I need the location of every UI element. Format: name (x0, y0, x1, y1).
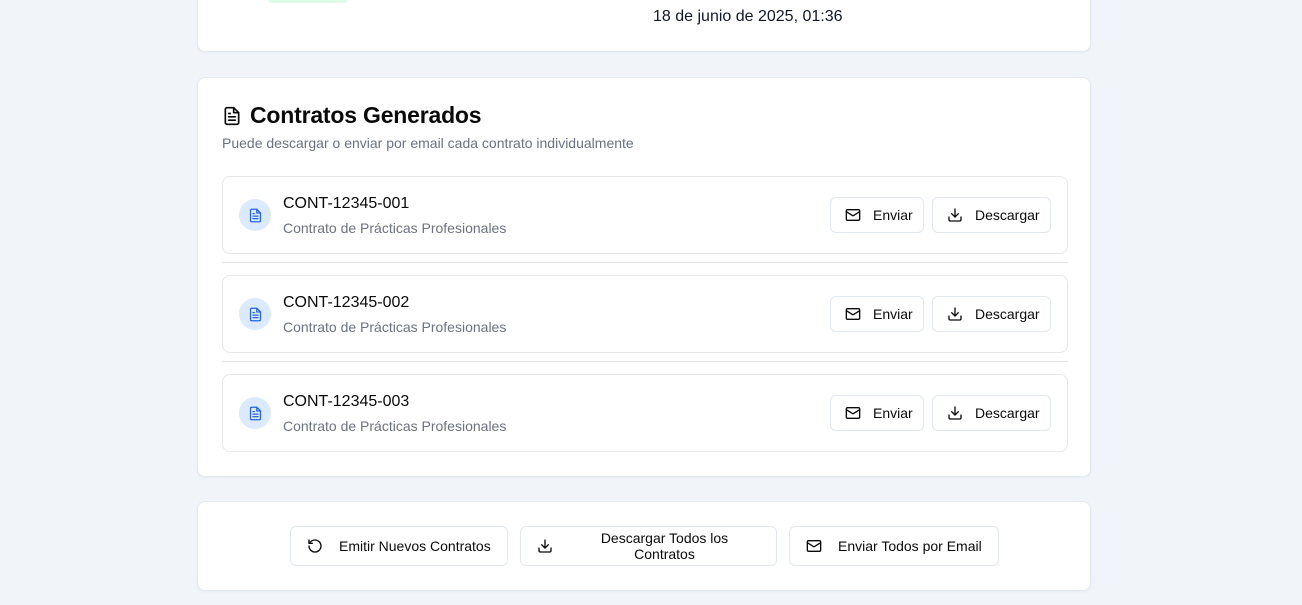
divider (222, 361, 1068, 362)
contracts-subtitle: Puede descargar o enviar por email cada … (222, 135, 634, 151)
mail-icon (806, 540, 822, 552)
actions-card: Emitir Nuevos Contratos Descargar Todos … (197, 501, 1091, 591)
download-button[interactable]: Descargar (932, 296, 1051, 332)
send-button-label: Enviar (873, 405, 913, 421)
contract-row: CONT-12345-001 Contrato de Prácticas Pro… (222, 176, 1068, 254)
download-icon (948, 208, 962, 222)
send-button[interactable]: Enviar (830, 197, 924, 233)
contract-code: CONT-12345-002 (283, 294, 410, 311)
reissue-contracts-label: Emitir Nuevos Contratos (339, 538, 491, 554)
download-button[interactable]: Descargar (932, 395, 1051, 431)
download-all-label: Descargar Todos los Contratos (600, 530, 729, 562)
mail-icon (845, 308, 861, 320)
download-icon (948, 406, 962, 420)
page-title: Contratos Generados (250, 102, 482, 128)
rotate-ccw-icon (308, 539, 322, 553)
summary-card: 18 de junio de 2025, 01:36 (197, 0, 1091, 52)
contract-type: Contrato de Prácticas Profesionales (283, 418, 507, 434)
contract-row: CONT-12345-003 Contrato de Prácticas Pro… (222, 374, 1068, 452)
download-icon (538, 539, 552, 553)
download-button[interactable]: Descargar (932, 197, 1051, 233)
send-button-label: Enviar (873, 306, 913, 322)
contract-row: CONT-12345-002 Contrato de Prácticas Pro… (222, 275, 1068, 353)
document-icon (239, 298, 271, 330)
send-button-label: Enviar (873, 207, 913, 223)
download-button-label: Descargar (975, 207, 1040, 223)
download-button-label: Descargar (975, 306, 1040, 322)
download-icon (948, 307, 962, 321)
document-icon (239, 199, 271, 231)
mail-icon (845, 407, 861, 419)
download-button-label: Descargar (975, 405, 1040, 421)
download-all-button[interactable]: Descargar Todos los Contratos (520, 526, 777, 566)
contract-type: Contrato de Prácticas Profesionales (283, 220, 507, 236)
reissue-contracts-button[interactable]: Emitir Nuevos Contratos (290, 526, 508, 566)
send-button[interactable]: Enviar (830, 395, 924, 431)
document-icon (239, 397, 271, 429)
mail-icon (845, 209, 861, 221)
contract-code: CONT-12345-003 (283, 393, 410, 410)
contracts-heading: Contratos Generados (222, 102, 482, 129)
divider (222, 262, 1068, 263)
file-text-icon (224, 106, 240, 125)
email-all-button[interactable]: Enviar Todos por Email (789, 526, 999, 566)
send-button[interactable]: Enviar (830, 296, 924, 332)
contract-type: Contrato de Prácticas Profesionales (283, 319, 507, 335)
status-badge (268, 0, 348, 3)
generation-date: 18 de junio de 2025, 01:36 (653, 8, 843, 25)
contract-code: CONT-12345-001 (283, 195, 410, 212)
contracts-card: Contratos Generados Puede descargar o en… (197, 77, 1091, 477)
email-all-label: Enviar Todos por Email (838, 538, 982, 554)
